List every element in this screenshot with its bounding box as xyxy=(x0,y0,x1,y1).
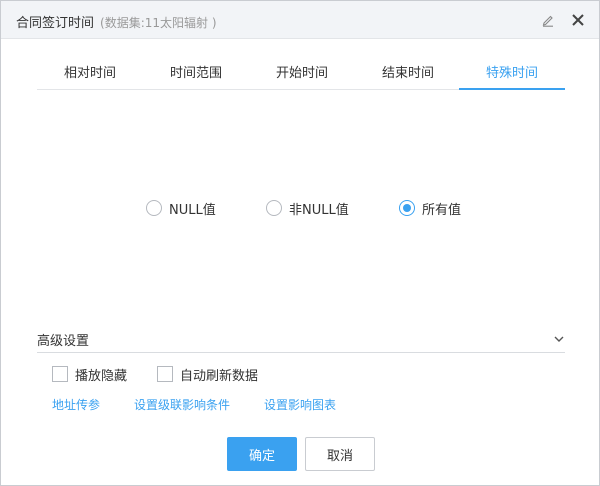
time-type-tabs: 相对时间 时间范围 开始时间 结束时间 特殊时间 xyxy=(37,62,565,90)
radio-label-null: NULL值 xyxy=(169,202,216,218)
close-icon[interactable] xyxy=(571,13,585,27)
checkbox-play-hide[interactable]: 播放隐藏 xyxy=(52,365,128,384)
radio-all-values[interactable]: 所有值 xyxy=(399,197,461,219)
advanced-settings-header[interactable]: 高级设置 xyxy=(37,327,565,353)
radio-label-not-null: 非NULL值 xyxy=(289,202,349,218)
dialog-title-text: 合同签订时间 xyxy=(16,16,95,31)
radio-null[interactable]: NULL值 xyxy=(146,197,216,219)
tab-special-time[interactable]: 特殊时间 xyxy=(459,62,565,90)
tab-end-time[interactable]: 结束时间 xyxy=(355,62,461,90)
link-address-params[interactable]: 地址传参 xyxy=(52,396,100,413)
checkbox-label-play-hide: 播放隐藏 xyxy=(75,368,128,384)
link-affected-charts[interactable]: 设置影响图表 xyxy=(264,396,336,413)
checkbox-auto-refresh[interactable]: 自动刷新数据 xyxy=(157,365,259,384)
tab-time-range[interactable]: 时间范围 xyxy=(143,62,249,90)
special-time-dialog: 合同签订时间 (数据集:11太阳辐射 ) 相对时间 时间范围 开始时间 结束时间 … xyxy=(0,0,600,486)
advanced-settings-label: 高级设置 xyxy=(37,334,90,349)
dialog-title: 合同签订时间 (数据集:11太阳辐射 ) xyxy=(16,12,217,31)
cancel-button[interactable]: 取消 xyxy=(305,437,375,471)
checkbox-label-auto-refresh: 自动刷新数据 xyxy=(180,368,259,384)
dialog-header: 合同签订时间 (数据集:11太阳辐射 ) xyxy=(1,1,599,39)
checkbox-box-play-hide[interactable] xyxy=(52,366,68,382)
radio-not-null[interactable]: 非NULL值 xyxy=(266,197,349,219)
chevron-down-icon[interactable] xyxy=(553,333,565,345)
radio-button-null[interactable] xyxy=(146,200,162,216)
checkbox-box-auto-refresh[interactable] xyxy=(157,366,173,382)
link-cascade-conditions[interactable]: 设置级联影响条件 xyxy=(134,396,230,413)
dialog-subtitle: (数据集:11太阳辐射 ) xyxy=(100,16,217,30)
special-value-radio-group: NULL值 非NULL值 所有值 xyxy=(1,197,599,219)
tab-relative-time[interactable]: 相对时间 xyxy=(37,62,143,90)
radio-button-not-null[interactable] xyxy=(266,200,282,216)
tab-start-time[interactable]: 开始时间 xyxy=(249,62,355,90)
pencil-icon[interactable] xyxy=(541,13,555,27)
radio-button-all-values[interactable] xyxy=(399,200,415,216)
radio-label-all-values: 所有值 xyxy=(422,202,462,218)
confirm-button[interactable]: 确定 xyxy=(227,437,297,471)
